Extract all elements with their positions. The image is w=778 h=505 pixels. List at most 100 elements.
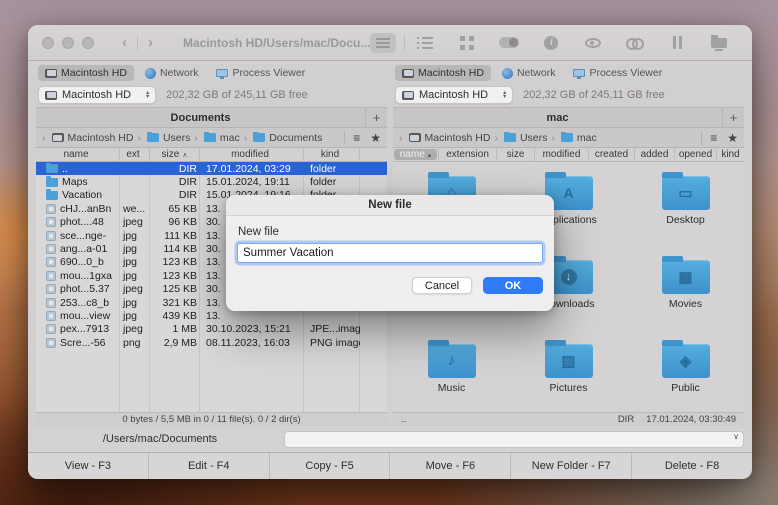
function-button[interactable]: View - F3 <box>28 453 149 479</box>
function-button[interactable]: Move - F6 <box>390 453 512 479</box>
file-icon <box>46 270 56 281</box>
file-icon <box>46 257 56 268</box>
breadcrumb-item[interactable]: › Macintosh HD <box>399 132 490 144</box>
minimize-button[interactable] <box>62 36 74 49</box>
right-drive-row: Macintosh HD ▴ ▾ 202,32 GB of 245,11 GB f… <box>393 83 744 107</box>
file-icon <box>46 176 58 187</box>
toolbar-icon-glyph <box>626 37 645 50</box>
breadcrumb-item[interactable]: › mac <box>194 131 240 144</box>
tab-icon <box>144 67 156 79</box>
menu-icon[interactable]: ≡ <box>710 131 717 145</box>
grid-item[interactable]: Desktop <box>627 166 744 250</box>
breadcrumb-item[interactable]: › Documents <box>244 131 322 144</box>
function-button[interactable]: New Folder - F7 <box>511 453 633 479</box>
folder-glyph-icon <box>662 344 710 378</box>
function-button[interactable]: Delete - F8 <box>632 453 752 479</box>
zoom-button[interactable] <box>82 36 94 49</box>
breadcrumb-item[interactable]: › Macintosh HD <box>42 132 133 144</box>
ok-button[interactable]: OK <box>483 277 543 294</box>
column-header-cell[interactable]: modified <box>535 148 589 161</box>
toolbar-icon[interactable] <box>538 33 564 53</box>
function-button[interactable]: Edit - F4 <box>149 453 270 479</box>
right-status-bar: .. DIR 17.01.2024, 03:30:49 <box>393 412 744 426</box>
add-tab-button[interactable]: + <box>365 108 387 127</box>
file-icon <box>46 189 58 200</box>
new-file-name-input[interactable] <box>237 243 543 263</box>
column-header-cell[interactable] <box>360 148 387 161</box>
toolbar-icon[interactable] <box>580 33 606 53</box>
selected-item-date: 17.01.2024, 03:30:49 <box>646 414 736 425</box>
column-header-cell[interactable]: modified <box>200 148 304 161</box>
breadcrumb-separator-icon: › <box>137 131 141 144</box>
toolbar-icon[interactable] <box>664 33 690 53</box>
column-header-cell[interactable]: size ∧ <box>150 148 200 161</box>
connection-tab[interactable]: Process Viewer <box>209 65 312 81</box>
grid-item[interactable]: Public <box>627 334 744 412</box>
folder-glyph-icon <box>662 176 710 210</box>
breadcrumb-item[interactable]: › mac <box>551 131 597 144</box>
toolbar-icon[interactable] <box>412 33 438 53</box>
add-tab-button[interactable]: + <box>722 108 744 127</box>
toolbar-icon-glyph <box>672 36 682 49</box>
drive-selector[interactable]: Macintosh HD ▴ ▾ <box>395 86 514 104</box>
history-dropdown-icon[interactable]: ∨ <box>733 432 739 441</box>
connection-tab[interactable]: Process Viewer <box>566 65 669 81</box>
toolbar-icon[interactable] <box>454 33 480 53</box>
column-header-cell[interactable]: name <box>36 148 120 161</box>
menu-icon[interactable]: ≡ <box>353 131 360 145</box>
current-path-label: /Users/mac/Documents <box>102 433 218 445</box>
table-row[interactable]: pex...7913 jpeg 1 MB 30.10.2023, 15:21 J… <box>36 323 387 336</box>
toolbar-icon[interactable] <box>370 32 406 53</box>
close-button[interactable] <box>42 36 54 49</box>
connection-tab[interactable]: Macintosh HD <box>38 65 134 81</box>
table-row[interactable]: mou...view jpg 439 KB 13. <box>36 309 387 322</box>
forward-icon[interactable]: › <box>138 34 163 51</box>
active-tab-title[interactable]: Documents <box>36 112 365 124</box>
breadcrumb-icon <box>203 131 216 142</box>
toolbar-icon[interactable] <box>622 33 648 53</box>
connection-tab[interactable]: Macintosh HD <box>395 65 491 81</box>
toolbar-icon[interactable] <box>496 33 522 53</box>
folder-glyph-icon <box>662 260 710 294</box>
tab-icon <box>45 68 57 78</box>
file-icon <box>46 284 56 295</box>
left-drive-row: Macintosh HD ▴ ▾ 202,32 GB of 245,11 GB f… <box>36 83 387 107</box>
toolbar-icon[interactable] <box>706 33 732 53</box>
column-header-cell[interactable]: opened <box>675 148 717 161</box>
right-breadcrumb: › Macintosh HD › Users › mac ≡ ★ <box>393 128 744 147</box>
active-tab-title[interactable]: mac <box>393 112 722 124</box>
connection-tab[interactable]: Network <box>495 65 563 81</box>
cancel-button[interactable]: Cancel <box>412 277 472 294</box>
column-header-cell[interactable]: kind <box>717 148 744 161</box>
column-header-cell[interactable]: extension <box>439 148 497 161</box>
breadcrumb-item[interactable]: › Users <box>137 131 190 144</box>
table-row[interactable]: Maps DIR 15.01.2024, 19:11 folder <box>36 175 387 188</box>
toolbar-icon-glyph <box>376 37 391 48</box>
toolbar-icon-glyph <box>544 35 559 50</box>
table-row[interactable]: Scre...-56 png 2,9 MB 08.11.2023, 16:03 … <box>36 336 387 349</box>
column-header-cell[interactable]: added <box>635 148 675 161</box>
drive-selector[interactable]: Macintosh HD ▴ ▾ <box>38 86 157 104</box>
file-icon <box>46 324 56 335</box>
column-header-cell[interactable]: created <box>589 148 635 161</box>
right-column-header: name ▴ extension size modified created ad… <box>393 147 744 162</box>
function-button[interactable]: Copy - F5 <box>270 453 391 479</box>
toolbar-icon[interactable] <box>748 33 752 53</box>
command-input[interactable] <box>284 431 744 449</box>
grid-item[interactable]: Pictures <box>510 334 627 412</box>
grid-item[interactable]: Movies <box>627 250 744 334</box>
grid-item[interactable]: Music <box>393 334 510 412</box>
favorites-icon[interactable]: ★ <box>727 131 738 145</box>
breadcrumb-item[interactable]: › Users <box>494 131 547 144</box>
column-header-cell[interactable]: kind <box>304 148 360 161</box>
column-header-cell[interactable]: name ▴ <box>393 148 439 161</box>
column-header-cell[interactable]: ext <box>120 148 150 161</box>
item-label: Pictures <box>549 382 588 394</box>
connection-tab[interactable]: Network <box>138 65 206 81</box>
table-row[interactable]: .. DIR 17.01.2024, 03:29 folder <box>36 162 387 176</box>
favorites-icon[interactable]: ★ <box>370 131 381 145</box>
folder-icon <box>661 172 710 210</box>
breadcrumb-icon <box>51 133 64 142</box>
column-header-cell[interactable]: size <box>497 148 535 161</box>
back-icon[interactable]: ‹ <box>112 34 137 51</box>
